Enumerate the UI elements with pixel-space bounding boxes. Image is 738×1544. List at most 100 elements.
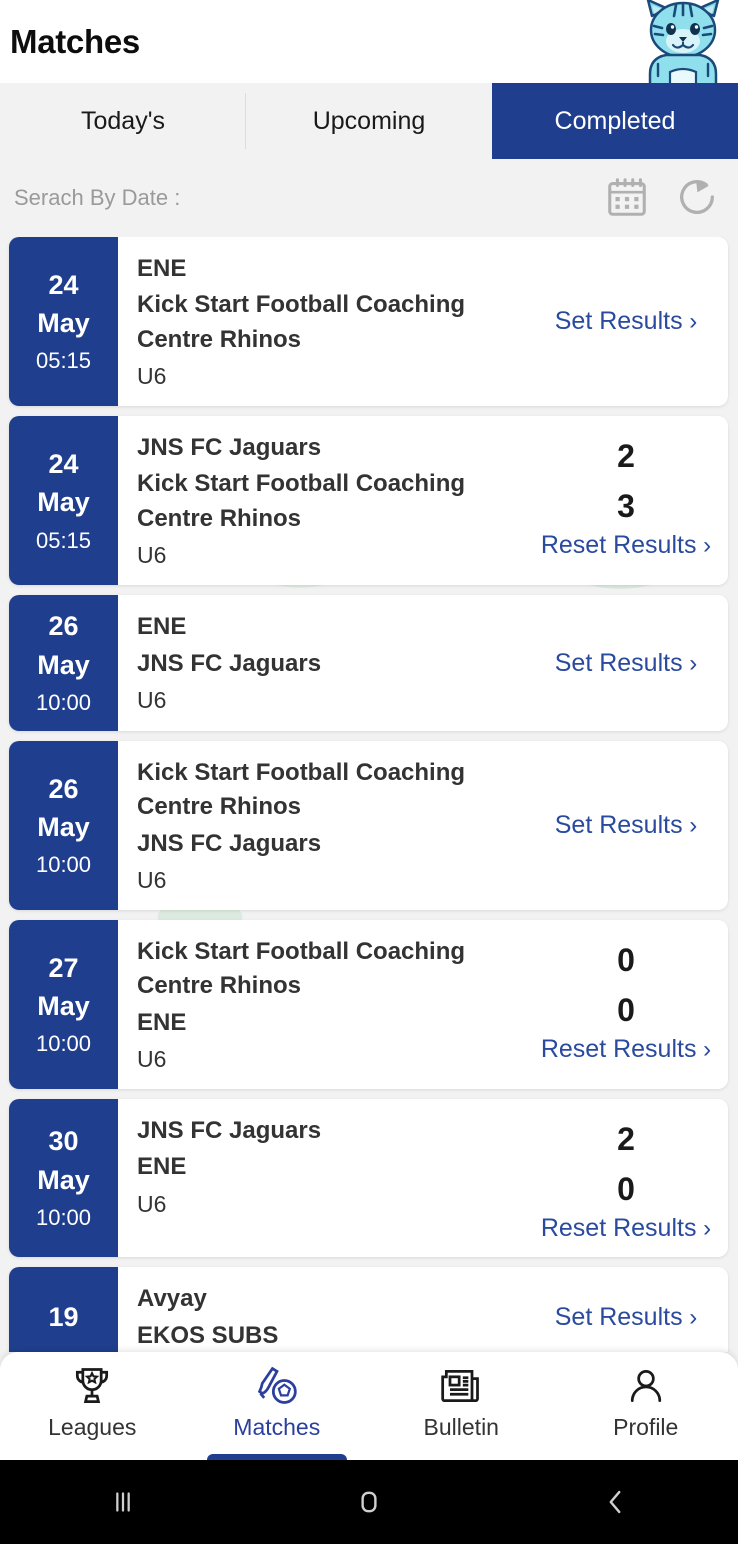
reset-results-button[interactable]: Reset Results ›: [541, 1035, 711, 1064]
match-time: 05:15: [35, 527, 92, 553]
set-results-button[interactable]: Set Results ›: [555, 649, 698, 678]
action-label: Reset Results: [540, 1035, 697, 1064]
nav-item-leagues-label: Leagues: [48, 1414, 137, 1440]
match-month: May: [37, 1164, 90, 1195]
calendar-icon[interactable]: [604, 173, 650, 221]
set-results-button[interactable]: Set Results ›: [555, 307, 698, 336]
team-home-name: Kick Start Football Coaching Centre Rhin…: [137, 938, 466, 1000]
match-card[interactable]: 27 May 10:00 Kick Start Football Coaching C…: [9, 920, 728, 1090]
nav-item-matches[interactable]: Matches: [185, 1352, 370, 1466]
android-system-bar: [0, 1460, 738, 1544]
match-card[interactable]: 30 May 10:00 JNS FC Jaguars ENE U6 2 0 Reset Res…: [9, 1099, 728, 1258]
match-teams: ENE JNS FC Jaguars U6: [137, 609, 530, 717]
match-result-column: 0 0 Reset Results ›: [530, 934, 728, 1075]
app-header: Matches: [0, 0, 738, 90]
tab-upcoming-label: Upcoming: [312, 106, 426, 135]
score-home: 2: [617, 1121, 635, 1158]
match-month: May: [37, 649, 90, 680]
set-results-button[interactable]: Set Results ›: [555, 1303, 698, 1332]
tab-todays-label: Today's: [81, 106, 165, 135]
team-home-name: Avyay: [137, 1285, 207, 1313]
match-card[interactable]: 26 May 10:00 ENE JNS FC Jaguars U6 Set Results…: [9, 595, 728, 731]
match-card[interactable]: 24 May 05:15 ENE Kick Start Football Coachin…: [9, 237, 728, 407]
match-time: 10:00: [35, 1031, 92, 1057]
match-teams: Kick Start Football Coaching Centre Rhin…: [137, 934, 530, 1075]
back-button[interactable]: [492, 1485, 738, 1519]
match-body: JNS FC Jaguars ENE U6 2 0 Reset Results ›: [118, 1099, 728, 1257]
recents-button[interactable]: [0, 1485, 246, 1519]
match-teams: ENE Kick Start Football Coaching Centre R…: [137, 251, 530, 392]
search-by-date-row: Serach By Date :: [0, 159, 738, 237]
match-category: U6: [137, 1045, 167, 1072]
reset-results-button[interactable]: Reset Results ›: [541, 531, 711, 560]
app-root: Matches Today's Upcoming Completed Serac…: [0, 0, 738, 1544]
nav-item-matches-label: Matches: [233, 1414, 321, 1440]
match-category: U6: [137, 866, 167, 893]
tiger-mascot-icon: [640, 0, 726, 90]
chevron-right-icon: ›: [682, 811, 698, 839]
page-title: Matches: [10, 22, 140, 60]
match-teams: Kick Start Football Coaching Centre Rhin…: [137, 755, 530, 896]
match-day: 30: [48, 1126, 79, 1157]
nav-item-profile[interactable]: Profile: [554, 1352, 738, 1460]
match-teams: Avyay EKOS SUBS: [137, 1281, 530, 1352]
score-home: 0: [617, 942, 635, 979]
match-teams: JNS FC Jaguars ENE U6: [137, 1113, 530, 1243]
nav-item-profile-label: Profile: [613, 1414, 679, 1440]
search-actions: [604, 173, 720, 221]
chevron-right-icon: ›: [682, 308, 698, 336]
tab-todays[interactable]: Today's: [0, 83, 246, 159]
match-day: 26: [48, 611, 79, 642]
match-category: U6: [137, 362, 167, 389]
tab-completed[interactable]: Completed: [492, 83, 738, 159]
trophy-icon: [70, 1364, 114, 1408]
match-date-column: 30 May 10:00: [9, 1099, 118, 1258]
tab-completed-label: Completed: [554, 106, 676, 135]
match-time: 05:15: [35, 348, 92, 374]
team-home-name: ENE: [137, 255, 187, 282]
action-label: Reset Results: [540, 1214, 697, 1243]
reset-results-button[interactable]: Reset Results ›: [541, 1214, 711, 1243]
score-away: 0: [617, 1170, 635, 1207]
tab-upcoming[interactable]: Upcoming: [246, 83, 492, 159]
match-body: Kick Start Football Coaching Centre Rhin…: [118, 920, 728, 1089]
team-away-name: ENE: [137, 1008, 187, 1036]
match-body: Avyay EKOS SUBS Set Results ›: [118, 1267, 728, 1352]
match-list[interactable]: 24 May 05:15 ENE Kick Start Football Coachin…: [0, 237, 738, 1352]
match-date-column: 26 May 10:00: [9, 595, 118, 731]
action-label: Set Results: [554, 307, 683, 336]
team-home-name: JNS FC Jaguars: [137, 1117, 322, 1145]
match-day: 19: [48, 1302, 79, 1333]
bottom-navigation: Leagues Matches Bulletin Profile: [0, 1352, 738, 1466]
set-results-button[interactable]: Set Results ›: [555, 811, 698, 840]
team-home-name: Kick Start Football Coaching Centre Rhin…: [137, 758, 466, 821]
nav-item-bulletin-label: Bulletin: [423, 1414, 499, 1440]
match-result-column: 2 3 Reset Results ›: [530, 430, 728, 571]
team-away-name: Kick Start Football Coaching Centre Rhin…: [137, 291, 466, 353]
refresh-icon[interactable]: [674, 173, 720, 221]
match-category: U6: [137, 686, 167, 713]
home-button[interactable]: [246, 1485, 492, 1519]
match-day: 24: [48, 448, 79, 479]
match-month: May: [37, 811, 90, 842]
match-teams: JNS FC Jaguars Kick Start Football Coachi…: [137, 430, 530, 571]
match-card[interactable]: 24 May 05:15 JNS FC Jaguars Kick Start Footb…: [9, 416, 728, 586]
match-month: May: [37, 308, 90, 339]
match-result-column: Set Results ›: [530, 1281, 728, 1352]
match-date-column: 19: [9, 1267, 118, 1352]
team-away-name: JNS FC Jaguars: [137, 649, 322, 677]
match-date-column: 26 May 10:00: [9, 740, 118, 911]
match-day: 24: [48, 269, 79, 300]
match-result-column: 2 0 Reset Results ›: [530, 1113, 728, 1243]
match-card[interactable]: 19 Avyay EKOS SUBS Set Results ›: [9, 1267, 728, 1352]
nav-item-leagues[interactable]: Leagues: [0, 1352, 185, 1460]
action-label: Set Results: [554, 810, 683, 839]
team-away-name: Kick Start Football Coaching Centre Rhin…: [137, 470, 466, 532]
nav-item-bulletin[interactable]: Bulletin: [369, 1352, 554, 1460]
match-card[interactable]: 26 May 10:00 Kick Start Football Coaching C…: [9, 740, 728, 911]
chevron-right-icon: ›: [682, 1304, 698, 1332]
match-category: U6: [137, 542, 167, 569]
team-home-name: JNS FC Jaguars: [137, 434, 322, 462]
newspaper-icon: [439, 1364, 483, 1408]
match-body: ENE JNS FC Jaguars U6 Set Results ›: [118, 595, 728, 731]
